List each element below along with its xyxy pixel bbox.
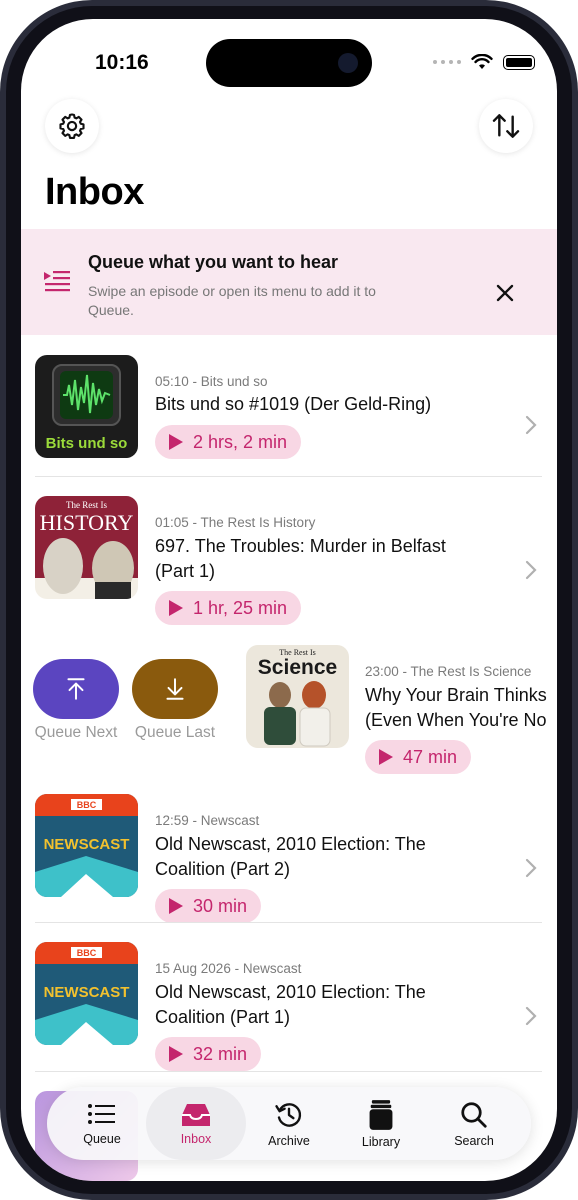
episode-title: Why Your Brain Thinks (Even When You're … (365, 685, 547, 730)
wifi-icon (471, 54, 493, 69)
status-time: 10:16 (95, 51, 149, 74)
episode-title: 697. The Troubles: Murder in Belfast (Pa… (155, 536, 446, 581)
svg-text:Bits und so: Bits und so (46, 435, 128, 452)
tab-inbox[interactable]: Inbox (146, 1087, 246, 1160)
episode-duration: 47 min (403, 746, 458, 767)
episode-row[interactable]: BBC NEWSCAST 12:59 - Newscast Old Newsca… (21, 794, 557, 923)
svg-text:The Rest Is: The Rest Is (66, 500, 107, 510)
tab-library[interactable]: Library (338, 1087, 424, 1160)
episode-title: Old Newscast, 2010 Election: The Coaliti… (155, 982, 426, 1027)
play-icon (169, 1046, 183, 1062)
episode-meta: 12:59 - Newscast (155, 813, 260, 828)
sort-arrows-icon (492, 114, 520, 138)
archive-clock-icon (275, 1102, 302, 1127)
episode-title: Old Newscast, 2010 Election: The Coaliti… (155, 834, 426, 879)
episode-meta: 01:05 - The Rest Is History (155, 515, 316, 530)
banner-title: Queue what you want to hear (88, 252, 339, 272)
play-icon (379, 749, 393, 765)
episode-title: Bits und so #1019 (Der Geld-Ring) (155, 394, 432, 414)
play-icon (169, 600, 183, 616)
battery-icon (503, 54, 535, 70)
podcast-artwork: BBC NEWSCAST (35, 794, 138, 897)
svg-text:Science: Science (258, 656, 337, 679)
tab-search[interactable]: Search (431, 1087, 517, 1160)
library-books-icon (369, 1099, 393, 1130)
play-button[interactable]: 2 hrs, 2 min (155, 425, 302, 459)
podcast-artwork: BBC NEWSCAST (35, 942, 138, 1045)
sort-button[interactable] (479, 99, 533, 153)
episode-duration: 1 hr, 25 min (193, 597, 288, 618)
episode-row[interactable]: The Rest Is HISTORY 01:05 - The Rest Is … (21, 496, 557, 625)
podcast-artwork: Bits und so (35, 355, 138, 458)
play-button[interactable]: 30 min (155, 889, 262, 923)
episode-duration: 30 min (193, 895, 248, 916)
tab-bar: Queue Inbox Archive Library Search (47, 1087, 531, 1160)
banner-subtitle: Swipe an episode or open its menu to add… (88, 283, 376, 318)
divider (35, 476, 542, 477)
queue-tip-banner: Queue what you want to hear Swipe an epi… (21, 229, 557, 335)
gear-icon (59, 113, 85, 139)
svg-text:NEWSCAST: NEWSCAST (44, 836, 130, 853)
svg-text:HISTORY: HISTORY (40, 510, 134, 535)
inbox-tray-icon (182, 1103, 210, 1126)
chevron-right-icon (525, 1006, 537, 1026)
close-icon[interactable] (491, 279, 519, 307)
podcast-artwork: The Rest Is Science (246, 645, 349, 748)
play-button[interactable]: 32 min (155, 1037, 262, 1071)
play-button[interactable]: 47 min (365, 740, 472, 774)
play-button[interactable]: 1 hr, 25 min (155, 591, 302, 625)
chevron-right-icon (525, 858, 537, 878)
queue-list-icon (88, 1103, 115, 1124)
divider (35, 922, 542, 923)
divider (35, 1071, 542, 1072)
status-indicators (433, 54, 535, 70)
play-icon (169, 434, 183, 450)
podcast-artwork: The Rest Is HISTORY (35, 496, 138, 599)
chevron-right-icon (525, 415, 537, 435)
dynamic-island (206, 39, 372, 87)
tab-queue[interactable]: Queue (59, 1087, 145, 1160)
svg-text:BBC: BBC (77, 800, 97, 810)
episode-duration: 2 hrs, 2 min (193, 431, 288, 452)
tab-archive[interactable]: Archive (246, 1087, 332, 1160)
page-title: Inbox (45, 171, 144, 213)
svg-text:BBC: BBC (77, 948, 97, 958)
queue-add-icon (44, 271, 70, 292)
episode-meta: 23:00 - The Rest Is Science (365, 664, 532, 679)
magnifier-icon (461, 1101, 487, 1128)
episode-meta: 15 Aug 2026 - Newscast (155, 961, 302, 976)
svg-text:NEWSCAST: NEWSCAST (44, 984, 130, 1001)
episode-row[interactable]: Bits und so 05:10 - Bits und so Bits und… (21, 355, 557, 475)
episode-row[interactable]: BBC NEWSCAST 15 Aug 2026 - Newscast Old … (21, 942, 557, 1071)
cellular-signal-icon (433, 60, 461, 64)
settings-button[interactable] (45, 99, 99, 153)
chevron-right-icon (525, 560, 537, 580)
episode-row-swiped[interactable]: The Rest Is Science 23:00 - The Rest Is … (21, 645, 557, 774)
play-icon (169, 898, 183, 914)
episode-meta: 05:10 - Bits und so (155, 374, 268, 389)
screen: 10:16 Inbox Queue what you want to hear … (21, 19, 557, 1181)
episode-duration: 32 min (193, 1043, 248, 1064)
